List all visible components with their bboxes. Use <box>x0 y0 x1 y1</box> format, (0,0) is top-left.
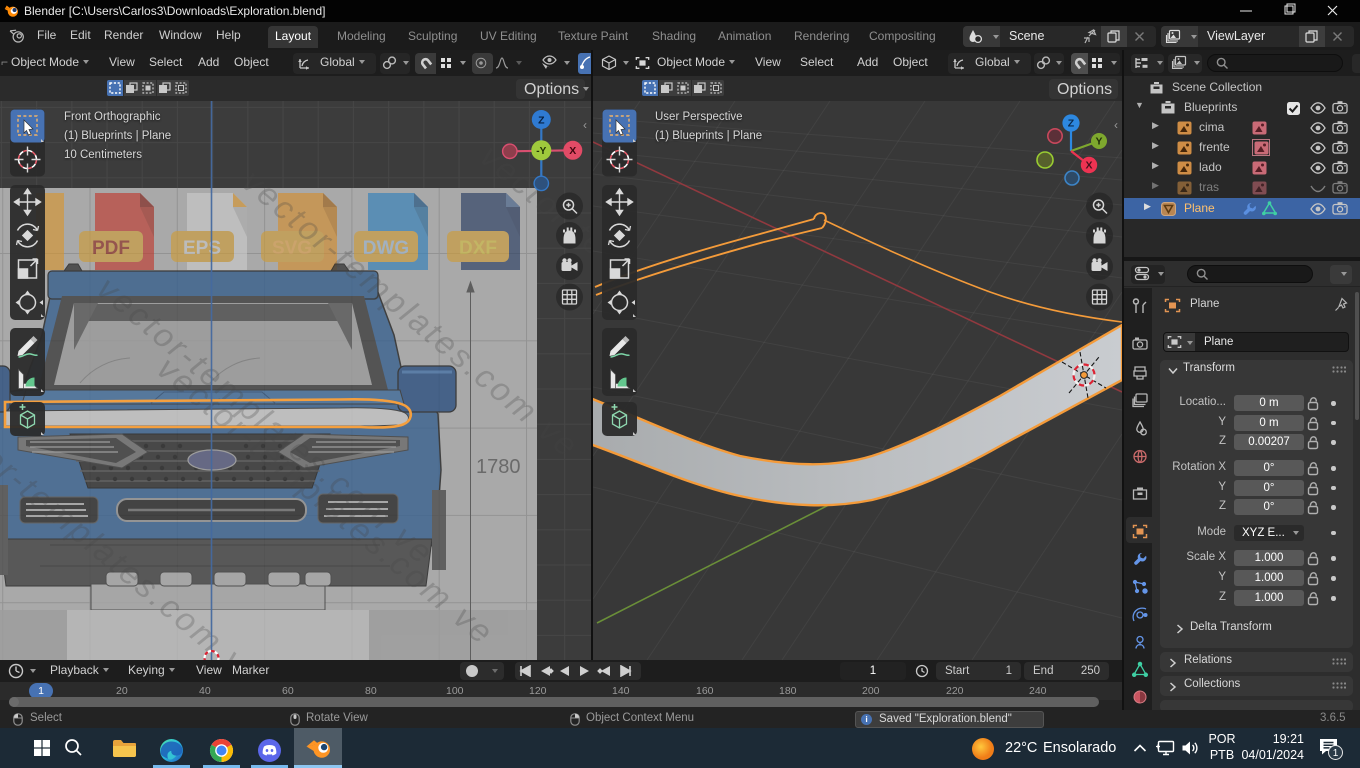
svg-text:-Y: -Y <box>536 146 546 157</box>
svg-text:DXF: DXF <box>459 238 497 259</box>
svg-text:1780: 1780 <box>476 456 521 478</box>
svg-text:Z: Z <box>1068 118 1075 130</box>
svg-text:Z: Z <box>538 114 545 126</box>
svg-text:EPS: EPS <box>183 238 221 259</box>
svg-text:X: X <box>569 145 576 157</box>
svg-text:PDF: PDF <box>92 238 130 259</box>
svg-text:X: X <box>1085 160 1092 172</box>
svg-text:Y: Y <box>1095 136 1102 148</box>
